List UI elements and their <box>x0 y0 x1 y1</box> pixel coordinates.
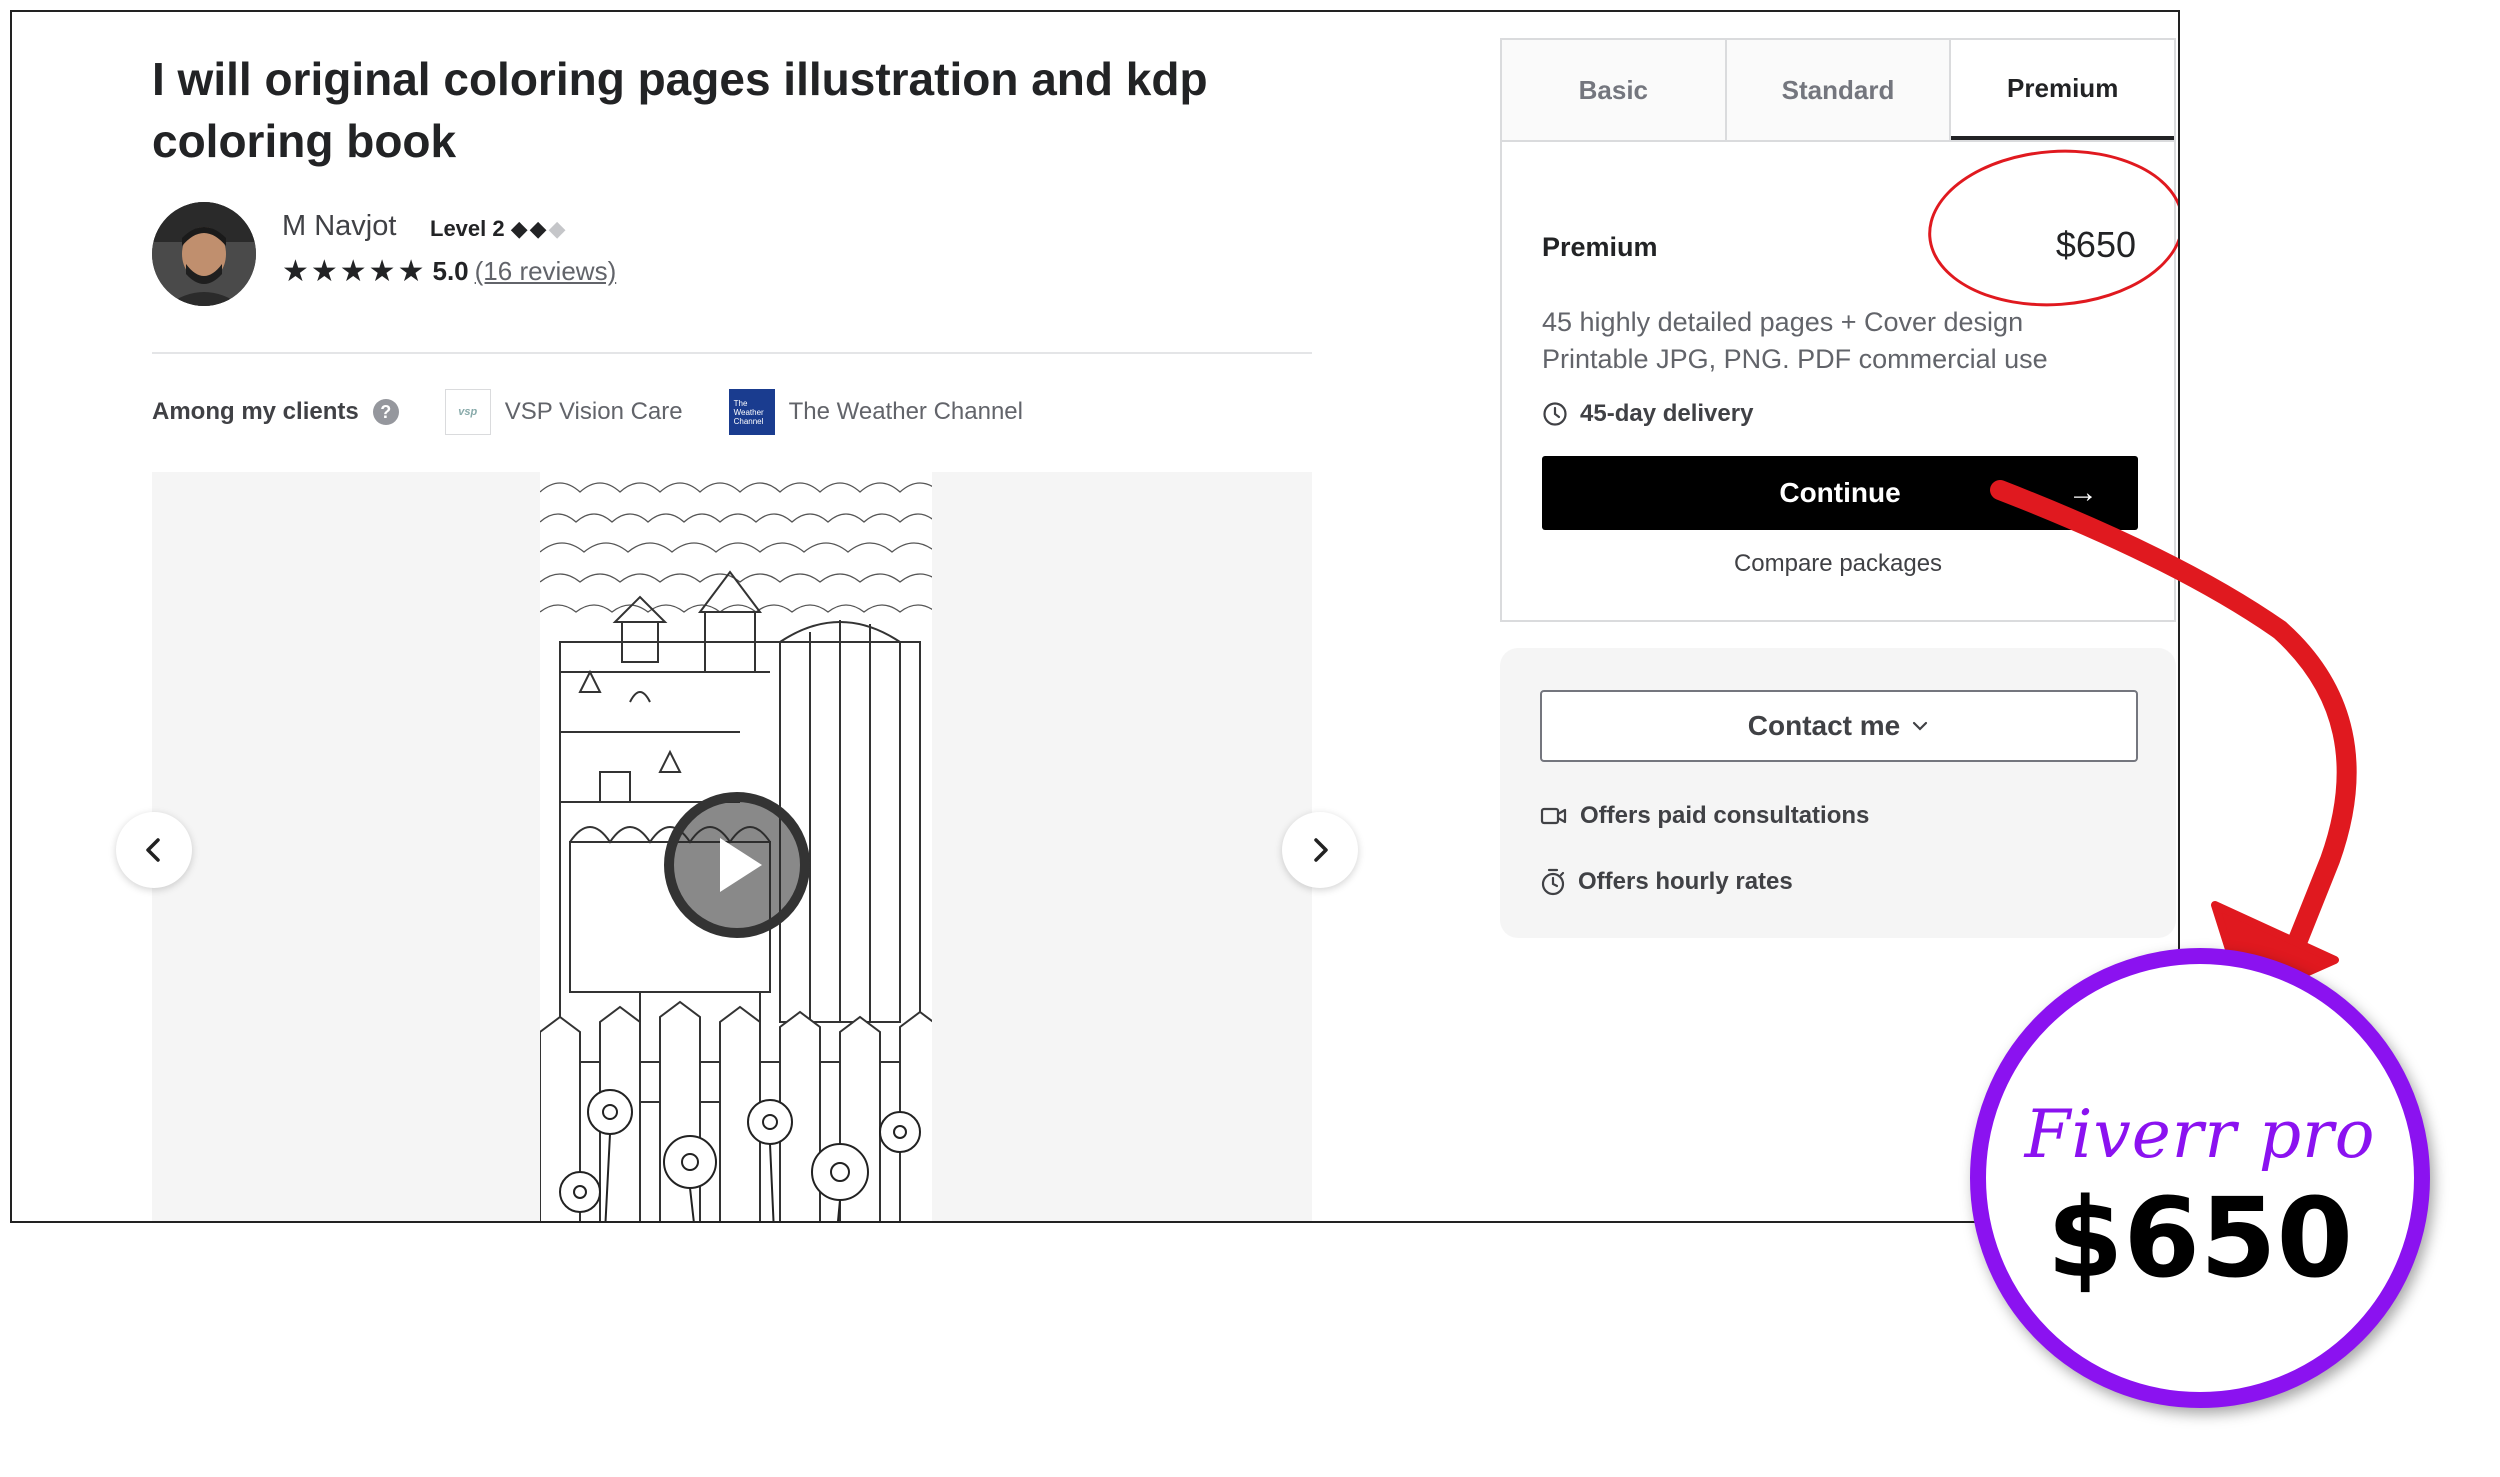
gallery-prev-button[interactable] <box>116 812 192 888</box>
continue-button[interactable]: Continue → <box>1542 456 2138 530</box>
tab-premium[interactable]: Premium <box>1951 40 2175 140</box>
screenshot-frame: I will original coloring pages illustrat… <box>10 10 2180 1223</box>
vsp-logo-icon: vsp <box>444 389 491 435</box>
contact-me-button[interactable]: Contact me <box>1540 690 2138 762</box>
contact-card: Contact me Offers paid consultations Off… <box>1500 648 2176 938</box>
play-icon <box>720 838 762 892</box>
package-description: 45 highly detailed pages + Cover design … <box>1542 304 2142 378</box>
client-name: VSP Vision Care <box>504 398 683 425</box>
tab-standard[interactable]: Standard <box>1726 40 1952 140</box>
video-play-button[interactable] <box>664 792 810 938</box>
clients-row: Among my clients ? vsp VSP Vision Care T… <box>152 382 1023 442</box>
client-name: The Weather Channel <box>788 398 1023 425</box>
offer-label: Offers paid consultations <box>1580 802 1870 829</box>
offer-label: Offers hourly rates <box>1578 868 1793 895</box>
seller-level: Level 2 ◆◆◆ <box>430 216 568 242</box>
badge-brand: Fiverr pro <box>2024 1096 2376 1173</box>
chevron-left-icon <box>146 838 160 862</box>
seller-overview: M Navjot Level 2 ◆◆◆ ★★★★★ 5.0 (16 revie… <box>152 202 1302 352</box>
seller-rating: ★★★★★ 5.0 (16 reviews) <box>282 254 616 289</box>
package-description-line: 45 highly detailed pages + Cover design <box>1542 307 2024 337</box>
level-diamond-icons: ◆◆◆ <box>510 216 568 241</box>
stopwatch-icon <box>1541 868 1565 896</box>
seller-avatar[interactable] <box>152 202 256 306</box>
help-icon[interactable]: ? <box>372 399 399 425</box>
clock-icon <box>1543 402 1567 426</box>
arrow-right-icon: → <box>2068 476 2098 509</box>
fiverr-pro-price-badge: Fiverr pro $650 <box>1970 948 2430 1408</box>
rating-score: 5.0 <box>432 256 469 286</box>
contact-label: Contact me <box>1747 710 1901 741</box>
star-rating-icons: ★★★★★ <box>282 255 427 288</box>
chevron-right-icon <box>1314 838 1328 862</box>
tab-basic[interactable]: Basic <box>1502 40 1727 140</box>
weather-channel-logo-icon: The Weather Channel <box>728 389 775 435</box>
continue-label: Continue <box>1779 477 1901 508</box>
divider <box>152 352 1312 354</box>
client-weather-channel: The Weather Channel The Weather Channel <box>728 389 1023 435</box>
delivery-label: 45-day delivery <box>1580 400 1754 427</box>
hourly-rates-offer: Offers hourly rates <box>1540 868 1793 896</box>
package-name: Premium <box>1542 232 1658 262</box>
gallery-next-button[interactable] <box>1282 812 1358 888</box>
package-description-line: Printable JPG, PNG. PDF commercial use <box>1542 344 2048 374</box>
package-tabs: Basic Standard Premium <box>1502 40 2175 142</box>
chevron-down-icon <box>1913 721 1928 731</box>
badge-price: $650 <box>2046 1174 2354 1302</box>
seller-level-label: Level 2 <box>430 216 505 241</box>
clients-label: Among my clients <box>152 398 359 425</box>
paid-consultations-offer: Offers paid consultations <box>1540 802 1869 830</box>
gig-title: I will original coloring pages illustrat… <box>152 53 1208 167</box>
client-vsp: vsp VSP Vision Care <box>444 389 683 435</box>
package-card: Basic Standard Premium Premium $650 45 h… <box>1500 38 2176 622</box>
reviews-link[interactable]: (16 reviews) <box>475 256 617 287</box>
video-camera-icon <box>1540 807 1567 825</box>
delivery-time: 45-day delivery <box>1542 400 1753 428</box>
compare-packages-link[interactable]: Compare packages <box>1502 550 2174 578</box>
seller-name[interactable]: M Navjot <box>282 210 396 243</box>
